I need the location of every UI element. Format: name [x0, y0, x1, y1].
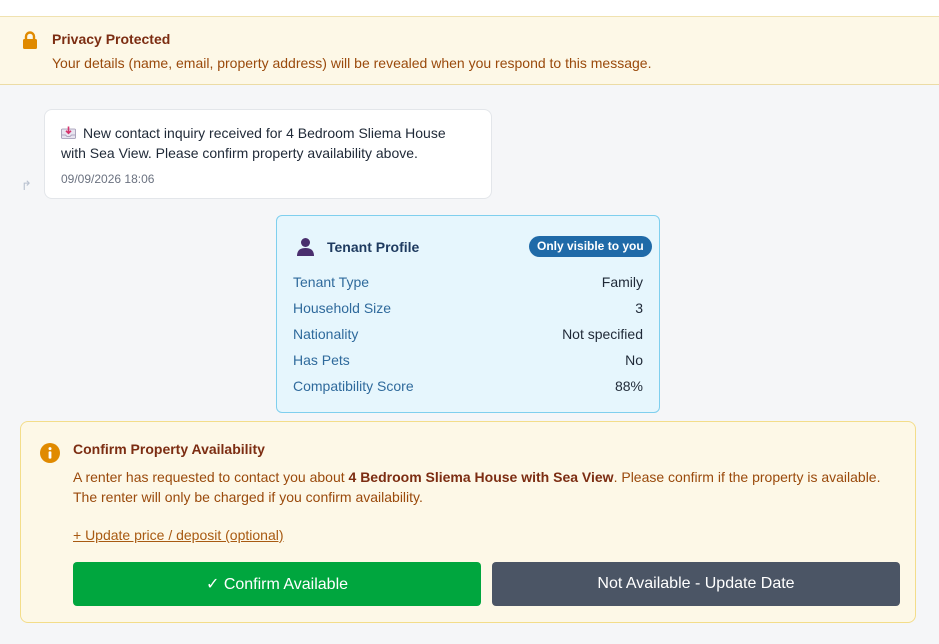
message-text-block: New contact inquiry received for 4 Bedro… [61, 123, 471, 163]
tenant-profile-card: Tenant Profile Only visible to you Tenan… [276, 215, 660, 413]
profile-row-household-size: Household Size 3 [293, 300, 643, 320]
forward-icon: ↱ [21, 178, 32, 193]
not-available-button[interactable]: Not Available - Update Date [492, 562, 900, 606]
profile-row-value: Not specified [562, 326, 643, 342]
profile-row-label: Compatibility Score [293, 378, 414, 394]
profile-row-label: Nationality [293, 326, 359, 342]
person-icon [297, 238, 314, 256]
tenant-profile-title: Tenant Profile [327, 239, 420, 255]
property-name: 4 Bedroom Sliema House with Sea View [348, 469, 614, 485]
profile-row-label: Household Size [293, 300, 392, 316]
availability-title: Confirm Property Availability [73, 441, 265, 457]
update-price-link[interactable]: + Update price / deposit (optional) [73, 527, 284, 543]
info-icon [40, 443, 60, 463]
availability-description: A renter has requested to contact you ab… [73, 467, 903, 507]
message-timestamp: 09/09/2026 18:06 [61, 172, 155, 186]
inbox-icon [61, 126, 76, 139]
visibility-badge: Only visible to you [529, 236, 652, 257]
profile-row-tenant-type: Tenant Type Family [293, 274, 643, 294]
availability-panel: Confirm Property Availability A renter h… [20, 421, 916, 623]
profile-row-has-pets: Has Pets No [293, 352, 643, 372]
profile-row-label: Tenant Type [293, 274, 370, 290]
profile-row-compatibility-score: Compatibility Score 88% [293, 378, 643, 398]
privacy-title: Privacy Protected [52, 31, 171, 47]
confirm-available-button[interactable]: ✓ Confirm Available [73, 562, 481, 606]
profile-row-value: 3 [635, 300, 643, 316]
message-bubble: New contact inquiry received for 4 Bedro… [44, 109, 492, 199]
privacy-description: Your details (name, email, property addr… [52, 55, 652, 71]
availability-desc-prefix: A renter has requested to contact you ab… [73, 469, 349, 485]
profile-row-value: 88% [614, 378, 643, 394]
privacy-banner: Privacy Protected Your details (name, em… [0, 16, 939, 85]
top-strip [0, 0, 939, 16]
profile-row-nationality: Nationality Not specified [293, 326, 643, 346]
message-text: New contact inquiry received for 4 Bedro… [61, 125, 446, 161]
profile-row-value: No [625, 352, 643, 368]
profile-row-label: Has Pets [293, 352, 350, 368]
lock-icon [23, 31, 37, 49]
profile-row-value: Family [601, 274, 643, 290]
